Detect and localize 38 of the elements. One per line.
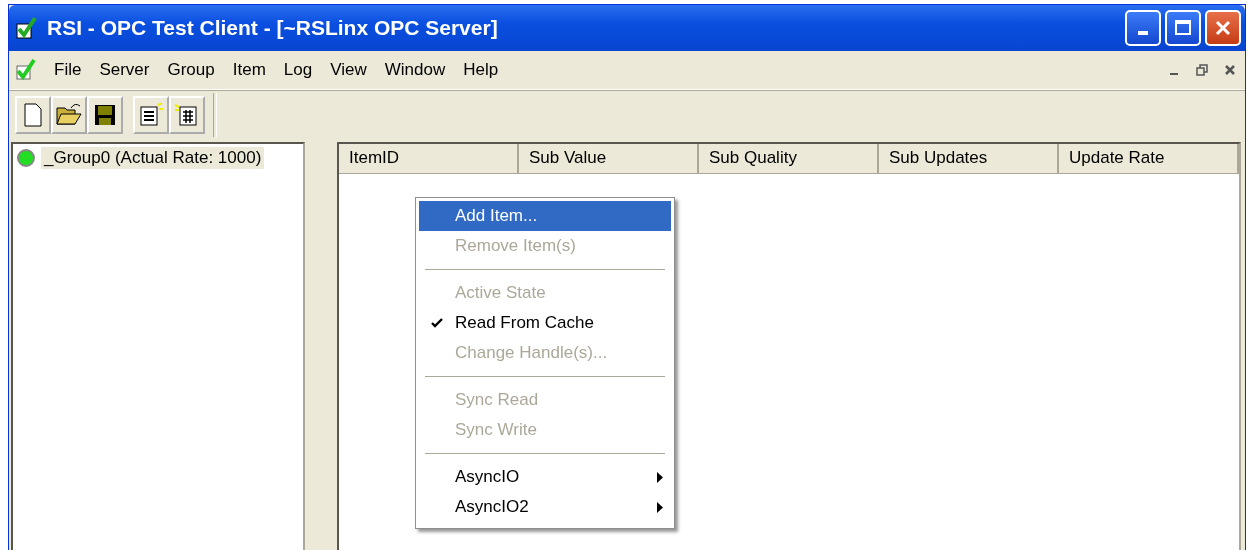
close-icon [1224,64,1236,76]
list-sheet-icon [138,103,164,127]
blank-page-icon [22,102,44,128]
grid-icon-button[interactable] [169,96,205,134]
menu-item[interactable]: Log [274,60,322,80]
menu-item[interactable]: AsyncIO [419,462,671,492]
close-icon [1214,19,1232,37]
column-header[interactable]: Sub Value [519,144,699,174]
menu-item[interactable]: Group [158,60,224,80]
menu-item[interactable]: Help [454,60,508,80]
tree-item[interactable]: _Group0 (Actual Rate: 1000) [41,147,265,169]
menu-item[interactable]: View [321,60,376,80]
menu-item[interactable]: Add Item... [419,201,671,231]
minimize-icon [1170,73,1178,75]
maximize-button[interactable] [1165,10,1201,46]
menu-item[interactable]: Read From Cache [419,308,671,338]
minimize-button[interactable] [1125,10,1161,46]
window-title: RSI - OPC Test Client - [~RSLinx OPC Server] [47,16,499,40]
list-icon-button[interactable] [133,96,169,134]
menu-item[interactable]: Window [375,60,455,80]
menu-item[interactable]: File [45,60,91,80]
grid-sheet-icon [174,103,200,127]
column-header[interactable]: Sub Quality [699,144,879,174]
folder-icon [55,102,83,128]
close-button[interactable] [1205,10,1241,46]
menu-item[interactable]: Item [223,60,275,80]
menu-item[interactable]: Server [90,60,159,80]
save-disk-button[interactable] [87,96,123,134]
maximize-icon [1174,19,1192,37]
restore-icon [1196,64,1208,76]
new-file-button[interactable] [15,96,51,134]
column-header[interactable]: ItemID [339,144,519,174]
open-folder-button[interactable] [51,96,87,134]
minimize-icon [1138,31,1148,35]
checkmark-icon [13,58,37,82]
menu-item[interactable]: AsyncIO2 [419,492,671,522]
column-header[interactable]: Sub Updates [879,144,1059,174]
column-header[interactable]: Update Rate [1059,144,1239,174]
